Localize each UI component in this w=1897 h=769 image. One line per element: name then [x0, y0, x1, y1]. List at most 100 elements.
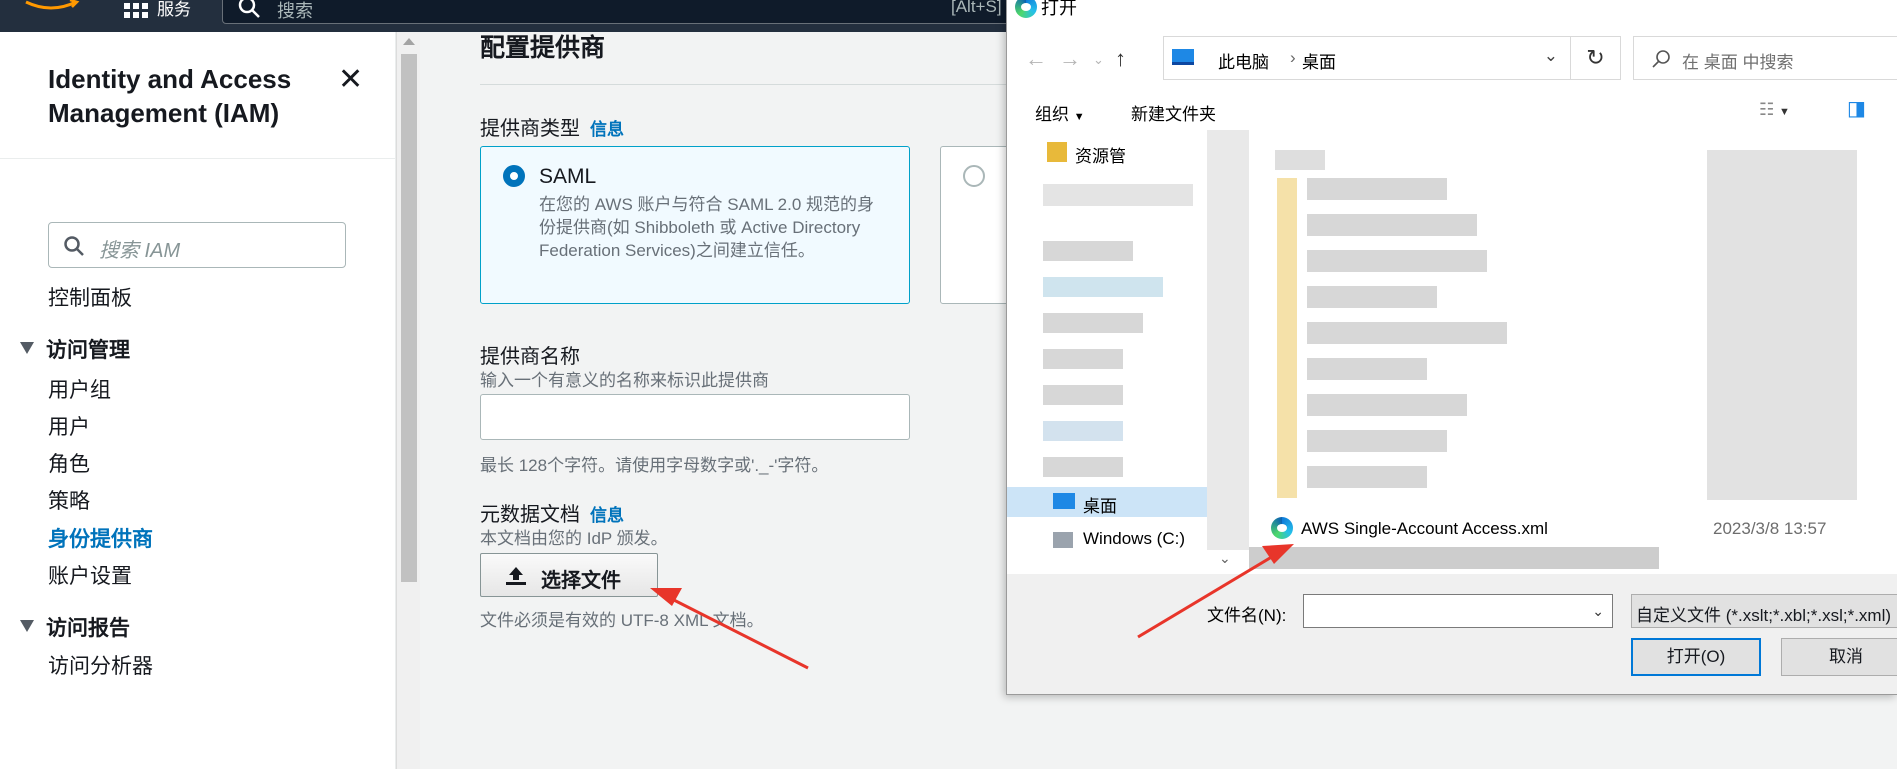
chevron-down-icon[interactable]: ⌄ [1592, 603, 1604, 620]
blurred-tree-item [1043, 277, 1163, 297]
new-folder-button[interactable]: 新建文件夹 [1131, 100, 1216, 125]
sidebar-item-user-groups[interactable]: 用户组 [48, 374, 111, 404]
edge-icon [1015, 0, 1037, 18]
tree-item-desktop[interactable]: 桌面 [1083, 492, 1117, 517]
tree-scrollbar[interactable] [1207, 130, 1249, 550]
cancel-button[interactable]: 取消 [1781, 638, 1897, 676]
up-arrow-icon[interactable]: ↑ [1115, 46, 1126, 72]
folder-icon [1047, 142, 1067, 162]
back-arrow-icon[interactable]: ← [1025, 46, 1047, 72]
metadata-constraint: 文件必须是有效的 UTF-8 XML 文档。 [480, 611, 764, 630]
provider-type-text: 提供商类型 [480, 118, 580, 140]
scroll-up-icon[interactable] [403, 38, 415, 45]
breadcrumb-separator-icon: › [1290, 48, 1296, 67]
aws-logo-icon[interactable] [22, 0, 80, 16]
blurred-folder-icons [1277, 178, 1297, 498]
desktop-icon [1053, 493, 1075, 509]
sidebar-divider [0, 158, 396, 159]
sidebar-item-identity-providers[interactable]: 身份提供商 [48, 523, 153, 553]
provider-type-label: 提供商类型 信息 [480, 112, 624, 141]
file-type-filter[interactable]: 自定义文件 (*.xslt;*.xbl;*.xsl;*.xml) [1631, 594, 1897, 628]
blurred-tree-item [1043, 349, 1123, 369]
saml-title: SAML [539, 165, 597, 188]
sidebar-item-roles[interactable]: 角色 [48, 448, 90, 478]
sidebar-item-users[interactable]: 用户 [48, 411, 90, 441]
metadata-hint: 本文档由您的 IdP 颁发。 [480, 529, 668, 548]
blurred-tree-item [1043, 184, 1193, 206]
dialog-footer [1007, 574, 1897, 694]
horizontal-scrollbar[interactable] [1249, 547, 1659, 569]
file-aws-single-account-access[interactable]: AWS Single-Account Access.xml [1301, 519, 1548, 539]
blurred-tree-item [1043, 421, 1123, 441]
filename-label: 文件名(N): [1207, 606, 1287, 625]
metadata-label: 元数据文档 信息 [480, 498, 624, 527]
services-menu[interactable]: 服务 [157, 0, 191, 20]
sidebar-section-access-reports[interactable]: 访问报告 [20, 612, 130, 642]
blurred-file-row [1307, 322, 1507, 344]
search-icon [64, 236, 84, 256]
search-placeholder: 搜索 [277, 1, 313, 21]
search-icon [1652, 50, 1670, 68]
info-link[interactable]: 信息 [590, 120, 624, 139]
sidebar-title: Identity and Access Management (IAM) [48, 64, 292, 128]
iam-search-input[interactable]: 搜索 IAM [48, 222, 346, 268]
forward-arrow-icon[interactable]: → [1059, 46, 1081, 72]
tree-item-resources[interactable]: 资源管 [1075, 142, 1126, 167]
provider-name-hint: 输入一个有意义的名称来标识此提供商 [480, 371, 769, 390]
blurred-file-row [1307, 394, 1467, 416]
breadcrumb-desktop[interactable]: 桌面 [1302, 48, 1336, 73]
refresh-icon[interactable]: ↻ [1571, 36, 1621, 80]
info-link[interactable]: 信息 [590, 506, 624, 525]
sidebar-scrollbar[interactable] [396, 32, 420, 769]
blurred-tree-item [1043, 457, 1123, 477]
provider-name-input[interactable] [480, 394, 910, 440]
caret-down-icon [20, 342, 34, 354]
blurred-tree-item [1043, 385, 1123, 405]
sidebar-item-account-settings[interactable]: 账户设置 [48, 560, 132, 590]
saml-option-tile[interactable]: SAML 在您的 AWS 账户与符合 SAML 2.0 规范的身份提供商(如 S… [480, 146, 910, 304]
open-file-dialog: 打开 ← → ⌄ ↑ 此电脑 › 桌面 ⌄ ↻ 在 桌面 中搜索 组织 ▼ 新建… [1006, 0, 1897, 695]
open-button[interactable]: 打开(O) [1631, 638, 1761, 676]
close-icon[interactable]: ✕ [338, 62, 363, 97]
metadata-label-text: 元数据文档 [480, 504, 580, 526]
address-bar[interactable]: 此电脑 › 桌面 ⌄ [1163, 36, 1571, 80]
blurred-file-row [1307, 286, 1437, 308]
tree-item-windows-c[interactable]: Windows (C:) [1083, 529, 1185, 549]
search-icon [238, 0, 260, 18]
sidebar-item-policies[interactable]: 策略 [48, 485, 90, 515]
organize-menu[interactable]: 组织 ▼ [1035, 100, 1085, 125]
recent-chevron-icon[interactable]: ⌄ [1093, 52, 1104, 68]
saml-radio[interactable] [503, 165, 525, 187]
services-grid-icon[interactable] [124, 0, 148, 18]
sidebar-item-dashboard[interactable]: 控制面板 [48, 282, 132, 312]
provider-name-constraint: 最长 128个字符。请使用字母数字或'._-'字符。 [480, 456, 829, 475]
scrollbar-thumb[interactable] [401, 54, 417, 582]
provider-name-label: 提供商名称 [480, 346, 580, 368]
blurred-file-row [1307, 178, 1447, 200]
page-heading: 配置提供商 [480, 34, 606, 62]
saml-description: 在您的 AWS 账户与符合 SAML 2.0 规范的身份提供商(如 Shibbo… [539, 195, 875, 260]
chevron-down-icon[interactable]: ⌄ [1544, 46, 1558, 66]
choose-file-label: 选择文件 [541, 570, 621, 592]
section-label: 访问报告 [46, 617, 130, 640]
blurred-tree-item [1043, 241, 1133, 261]
view-options-icon[interactable]: ☷ ▼ [1759, 100, 1790, 120]
blurred-file-row [1307, 430, 1447, 452]
blurred-date-column [1707, 150, 1857, 500]
filename-input[interactable]: ⌄ [1303, 594, 1613, 628]
choose-file-button[interactable]: 选择文件 [480, 553, 658, 597]
breadcrumb-this-pc[interactable]: 此电脑 [1218, 48, 1269, 73]
blurred-tree-item [1043, 313, 1143, 333]
caret-down-icon [20, 620, 34, 632]
dialog-search-placeholder: 在 桌面 中搜索 [1682, 53, 1794, 72]
dialog-search-input[interactable]: 在 桌面 中搜索 [1633, 36, 1897, 80]
sidebar-item-access-analyzer[interactable]: 访问分析器 [48, 650, 153, 680]
section-label: 访问管理 [46, 339, 130, 362]
sidebar-section-access-management[interactable]: 访问管理 [20, 334, 130, 364]
blurred-file-row [1307, 214, 1477, 236]
preview-pane-icon[interactable]: ◨ [1847, 96, 1866, 121]
oidc-radio[interactable] [963, 165, 985, 187]
chevron-down-icon[interactable]: ⌄ [1219, 550, 1231, 567]
iam-sidebar: Identity and Access Management (IAM) ✕ 搜… [0, 32, 396, 769]
edge-icon [1271, 517, 1293, 539]
